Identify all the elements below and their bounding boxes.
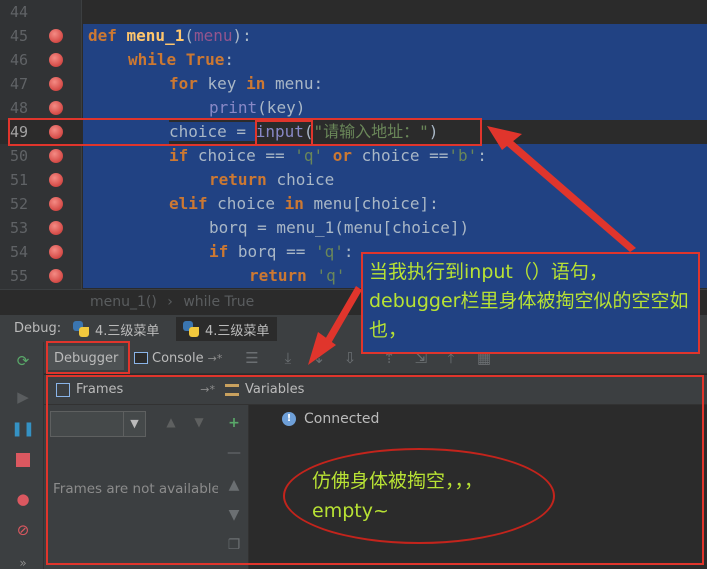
mute-breakpoints-icon[interactable]: ⊘ xyxy=(12,519,34,541)
line-number: 55 xyxy=(10,267,29,285)
code-text[interactable]: borq = menu_1(menu[choice]) xyxy=(209,216,469,240)
code-text[interactable]: for key in menu: xyxy=(169,72,323,96)
annotation-note: 当我执行到input（）语句，debugger栏里身体被掏空似的空空如也， xyxy=(361,252,700,354)
code-line: 48 print(key) xyxy=(0,96,707,120)
code-text[interactable]: print(key) xyxy=(209,96,305,120)
breakpoint-icon[interactable] xyxy=(49,269,63,283)
show-execution-point-icon[interactable]: ☰ xyxy=(242,348,262,368)
breakpoint-icon[interactable] xyxy=(49,77,63,91)
tab-console[interactable]: Console →* xyxy=(134,346,222,370)
rerun-icon[interactable]: ⟳ xyxy=(12,350,34,372)
breakpoint-icon[interactable] xyxy=(49,221,63,235)
tab-label: 4.三级菜单 xyxy=(95,323,160,339)
code-line: 44 xyxy=(0,0,707,24)
code-text[interactable]: def menu_1(menu): xyxy=(88,24,252,48)
annotation-ellipse-line1: 仿佛身体被掏空，，， xyxy=(312,470,484,492)
breadcrumb-item[interactable]: menu_1() xyxy=(90,294,157,310)
breakpoint-icon[interactable] xyxy=(49,173,63,187)
pause-icon[interactable]: ❚❚ xyxy=(11,418,34,440)
code-text[interactable]: if choice == 'q' or choice =='b': xyxy=(169,144,487,168)
code-line: 45 def menu_1(menu): xyxy=(0,24,707,48)
code-text[interactable]: elif choice in menu[choice]: xyxy=(169,192,439,216)
code-line: 51 return choice xyxy=(0,168,707,192)
annotation-debugger-tab-highlight xyxy=(46,341,130,374)
pin-icon[interactable]: →* xyxy=(208,352,223,365)
annotation-line-highlight xyxy=(8,118,482,146)
debug-session-tab-active[interactable]: 4.三级菜单 xyxy=(176,317,278,341)
code-text[interactable]: while True: xyxy=(128,48,234,72)
line-number: 51 xyxy=(10,171,29,189)
code-line: 47 for key in menu: xyxy=(0,72,707,96)
code-text[interactable]: return choice xyxy=(209,168,334,192)
tab-label: Console xyxy=(152,350,204,366)
python-icon xyxy=(72,320,90,338)
code-line: 53 borq = menu_1(menu[choice]) xyxy=(0,216,707,240)
code-text[interactable]: if borq == 'q': xyxy=(209,240,354,264)
line-number: 52 xyxy=(10,195,29,213)
line-number: 45 xyxy=(10,27,29,45)
line-number: 50 xyxy=(10,147,29,165)
breadcrumb-item[interactable]: while True xyxy=(183,294,254,310)
code-line: 50 if choice == 'q' or choice =='b': xyxy=(0,144,707,168)
console-icon xyxy=(134,352,148,364)
view-breakpoints-icon[interactable]: ● xyxy=(12,488,34,510)
resume-icon[interactable]: ▶ xyxy=(12,386,34,408)
annotation-input-highlight xyxy=(255,120,313,146)
tab-label: 4.三级菜单 xyxy=(205,323,270,339)
code-line: 46 while True: xyxy=(0,48,707,72)
breakpoint-icon[interactable] xyxy=(49,245,63,259)
breakpoint-icon[interactable] xyxy=(49,149,63,163)
annotation-ellipse-line2: empty~ xyxy=(312,500,389,522)
debug-side-toolbar: ⟳ ▶ ❚❚ ● ⊘ » xyxy=(0,342,44,569)
step-over-icon[interactable]: ⤓ xyxy=(278,348,298,368)
breadcrumb-separator: › xyxy=(167,294,173,310)
debug-label: Debug: xyxy=(14,321,62,336)
step-into-my-code-icon[interactable]: ⇩ xyxy=(340,348,360,368)
line-number: 54 xyxy=(10,243,29,261)
debug-session-tab[interactable]: 4.三级菜单 xyxy=(66,317,167,341)
line-number: 53 xyxy=(10,219,29,237)
breakpoint-icon[interactable] xyxy=(49,197,63,211)
stop-icon[interactable] xyxy=(12,449,34,471)
line-number: 44 xyxy=(10,3,29,21)
line-number: 48 xyxy=(10,99,29,117)
line-number: 47 xyxy=(10,75,29,93)
code-text[interactable]: return 'q' xyxy=(249,264,345,288)
more-icon[interactable]: » xyxy=(12,552,34,569)
line-number: 46 xyxy=(10,51,29,69)
step-into-icon[interactable]: ⇣ xyxy=(309,348,329,368)
breakpoint-icon[interactable] xyxy=(49,29,63,43)
python-icon xyxy=(182,320,200,338)
code-line: 52 elif choice in menu[choice]: xyxy=(0,192,707,216)
breakpoint-icon[interactable] xyxy=(49,53,63,67)
breakpoint-icon[interactable] xyxy=(49,101,63,115)
